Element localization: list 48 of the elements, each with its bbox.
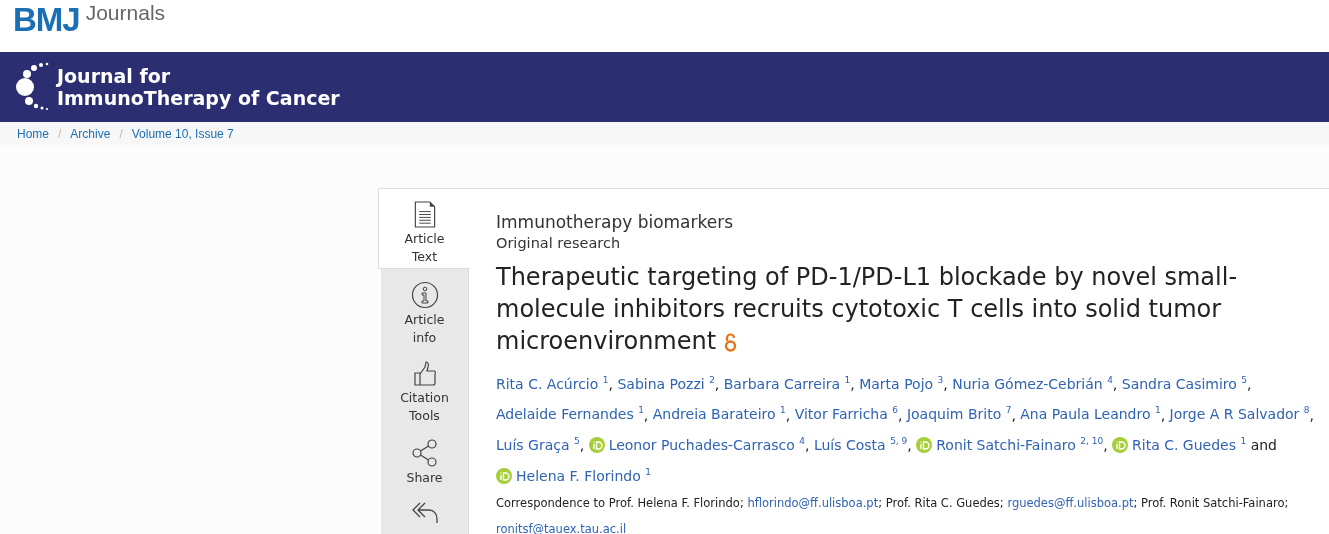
orcid-icon[interactable] [1112,436,1129,453]
journal-logo-icon [15,62,51,112]
author-link[interactable]: Adelaide Fernandes $^{1}$ [496,406,644,423]
sidebar-tab[interactable]: Citation Tools [381,349,469,427]
email-link[interactable]: ronitsf@tauex.tau.ac.il [496,521,627,534]
breadcrumb-separator: / [58,126,62,141]
info-icon [410,281,439,309]
orcid-icon[interactable] [916,436,933,453]
orcid-icon[interactable] [588,436,605,453]
bmj-logo[interactable]: BMJ [13,0,80,42]
journal-title[interactable]: Journal for ImmunoTherapy of Cancer [57,65,340,109]
sidebar-tab[interactable]: Article info [381,269,469,349]
article-title: Therapeutic targeting of PD-1/PD-L1 blockade by novel small-molecule inhibitors recruits cytotoxic T cells into solid tumor microenvironment [496,263,1238,355]
thumbs-up-icon [412,361,437,387]
author-link[interactable]: Sandra Casimiro $^{5}$ [1121,375,1248,392]
author-link[interactable]: Rita C. Guedes $^{1}$ [1112,436,1247,453]
share-icon [411,439,438,467]
author-link[interactable]: Andreia Barateiro $^{1}$ [652,406,786,423]
author-link[interactable]: Ronit Satchi-Fainaro $^{2, 10}$ [916,436,1104,453]
article-type: Original research [496,234,622,253]
document-icon [413,201,436,228]
author-link[interactable]: Sabina Pozzi $^{2}$ [617,375,715,392]
author-link[interactable]: Barbara Carreira $^{1}$ [723,375,851,392]
author-link[interactable]: Ana Paula Leandro $^{1}$ [1020,406,1161,423]
orcid-icon[interactable] [496,467,512,484]
author-list: Rita C. Acúrcio $^{1}$, Sabina Pozzi $^{2}$, Barbara Carreira $^{1}$, Marta Pojo $^{3}$, Nuria Gómez-Cebrián $^{4}$, Sandra Casimiro $^{5}$, Adelaide Fernandes $^{1}$, Andreia Barateiro $^{1}$, Vitor Farricha $^{6}$, Joaquim Brito $^{7}$, Ana Paula Leandro $^{1}$, Jorge A R Salvador $^{8}$, Luís Graça $^{5}$, Leonor Puchades-Carrasco $^{4}$, Luís Costa $^{5, 9}$, Ronit Satchi-Fainaro $^{2, 10}$, Rita C. Guedes $^{1}$ and Helena F. Florindo $^{1}$ [496,367,1326,490]
sidebar-tab[interactable]: Article Text [378,189,470,269]
author-link[interactable]: Luís Costa $^{5, 9}$ [813,436,908,453]
breadcrumb-link[interactable]: Archive [70,126,111,141]
sidebar-tab[interactable]: Share [381,427,469,489]
author-link[interactable]: Jorge A R Salvador $^{8}$ [1169,406,1310,423]
author-link[interactable]: Leonor Puchades-Carrasco $^{4}$ [588,436,805,453]
reply-all-icon [410,501,439,525]
author-link[interactable]: Vitor Farricha $^{6}$ [794,406,898,423]
author-link[interactable]: Nuria Gómez-Cebrián $^{4}$ [952,375,1113,392]
author-link[interactable]: Helena F. Florindo $^{1}$ [496,467,651,484]
breadcrumb-link[interactable]: Home [17,126,49,141]
correspondence-text: Correspondence to Prof. Helena F. Florindo; hflorindo@ff.ulisboa.pt; Prof. Rita C. Guedes; rguedes@ff.ulisboa.pt; Prof. Ronit Satchi-Fainaro; ronitsf@tauex.tau.ac.il [496,494,1290,534]
section-label: Immunotherapy biomarkers [496,211,735,233]
sidebar-tab[interactable] [381,489,469,534]
author-link[interactable]: Rita C. Acúrcio $^{1}$ [496,375,609,392]
breadcrumb-link[interactable]: Volume 10, Issue 7 [131,126,234,141]
author-link[interactable]: Marta Pojo $^{3}$ [859,375,944,392]
email-link[interactable]: rguedes@ff.ulisboa.pt [1007,495,1134,510]
author-link[interactable]: Luís Graça $^{5}$ [496,436,580,453]
logo-text: Journals [85,0,166,26]
author-link[interactable]: Joaquim Brito $^{7}$ [906,406,1012,423]
breadcrumb-separator: / [119,126,123,141]
